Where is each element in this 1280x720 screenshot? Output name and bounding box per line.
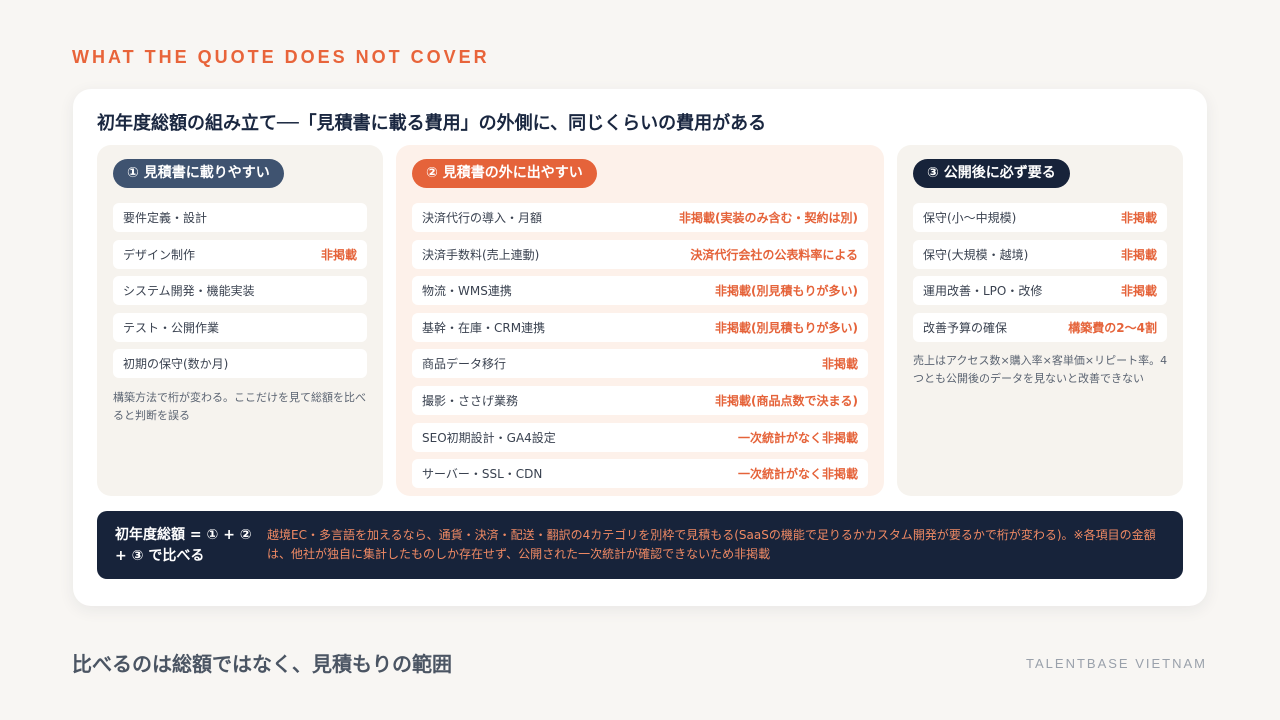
row-list: 要件定義・設計 デザイン制作 非掲載 システム開発・機能実装 テスト・公開作業 初… xyxy=(113,203,367,386)
item-label: サーバー・SSL・CDN xyxy=(422,467,543,482)
item-note: 一次統計がなく非掲載 xyxy=(737,467,858,482)
row-list: 保守(小〜中規模) 非掲載 保守(大規模・越境) 非掲載 運用改善・LPO・改修 非掲… xyxy=(913,203,1167,349)
list-item: 保守(大規模・越境) 非掲載 xyxy=(913,239,1167,269)
item-note: 非掲載 xyxy=(821,357,858,372)
list-item: テスト・公開作業 xyxy=(113,312,367,342)
item-label: テスト・公開作業 xyxy=(123,320,220,335)
item-label: 初期の保守(数か月) xyxy=(123,357,229,372)
item-note: 非掲載(実装のみ含む・契約は別) xyxy=(679,211,858,225)
badge-after-launch: ③ 公開後に必ず要る xyxy=(913,159,1070,188)
item-note: 非掲載(別見積もりが多い) xyxy=(715,320,858,335)
item-label: 要件定義・設計 xyxy=(123,211,208,225)
item-label: 決済代行の導入・月額 xyxy=(422,211,543,225)
column-footnote: 構築方法で桁が変わる。ここだけを見て総額を比べると判断を誤る xyxy=(113,391,366,422)
total-formula-banner: 初年度総額 = ① + ② + ③ で比べる 越境EC・多言語を加えるなら、通貨… xyxy=(97,511,1183,579)
item-note: 一次統計がなく非掲載 xyxy=(737,430,858,445)
list-item: サーバー・SSL・CDN 一次統計がなく非掲載 xyxy=(412,459,868,489)
brand-logo: TALENTBASE VIETNAM xyxy=(1026,656,1207,671)
item-label: 物流・WMS連携 xyxy=(422,284,512,299)
list-item: デザイン制作 非掲載 xyxy=(113,239,367,269)
list-item: 改善予算の確保 構築費の2〜4割 xyxy=(913,312,1167,342)
item-label: システム開発・機能実装 xyxy=(123,284,255,299)
item-label: デザイン制作 xyxy=(123,247,196,262)
item-label: 運用改善・LPO・改修 xyxy=(923,284,1043,299)
item-note: 決済代行会社の公表料率による xyxy=(690,247,858,262)
item-note: 非掲載(別見積もりが多い) xyxy=(715,284,858,299)
card-title: 初年度総額の組み立て──「見積書に載る費用」の外側に、同じくらいの費用がある xyxy=(97,113,767,134)
badge-outside-quote: ② 見積書の外に出やすい xyxy=(412,159,597,188)
item-label: 商品データ移行 xyxy=(422,357,507,372)
banner-label: 初年度総額 = ① + ② + ③ で比べる xyxy=(115,527,252,564)
column-footnote: 売上はアクセス数×購入率×客単価×リピート率。4つとも公開後のデータを見ないと改… xyxy=(913,354,1168,385)
item-note: 非掲載 xyxy=(1120,247,1157,262)
item-note: 構築費の2〜4割 xyxy=(1068,320,1157,335)
column-outside-quote: ② 見積書の外に出やすい 決済代行の導入・月額 非掲載(実装のみ含む・契約は別) … xyxy=(396,145,884,496)
list-item: 商品データ移行 非掲載 xyxy=(412,349,868,379)
list-item: 初期の保守(数か月) xyxy=(113,349,367,379)
list-item: 決済代行の導入・月額 非掲載(実装のみ含む・契約は別) xyxy=(412,203,868,232)
column-after-launch: ③ 公開後に必ず要る 保守(小〜中規模) 非掲載 保守(大規模・越境) 非掲載 運用… xyxy=(897,145,1183,496)
item-label: SEO初期設計・GA4設定 xyxy=(422,430,556,445)
item-note: 非掲載(商品点数で決まる) xyxy=(715,393,858,408)
banner-text: 越境EC・多言語を加えるなら、通貨・決済・配送・翻訳の4カテゴリを別枠で見積もる… xyxy=(267,528,1156,561)
eyebrow-title: WHAT THE QUOTE DOES NOT COVER xyxy=(72,47,490,67)
item-label: 保守(大規模・越境) xyxy=(923,247,1029,262)
badge-in-quote: ① 見積書に載りやすい xyxy=(113,159,284,188)
item-label: 基幹・在庫・CRM連携 xyxy=(422,320,546,335)
page-headline: 比べるのは総額ではなく、見積もりの範囲 xyxy=(72,652,452,676)
quote-coverage-card: 初年度総額の組み立て──「見積書に載る費用」の外側に、同じくらいの費用がある ①… xyxy=(73,89,1207,606)
list-item: 決済手数料(売上連動) 決済代行会社の公表料率による xyxy=(412,239,868,269)
list-item: SEO初期設計・GA4設定 一次統計がなく非掲載 xyxy=(412,422,868,452)
row-list: 決済代行の導入・月額 非掲載(実装のみ含む・契約は別) 決済手数料(売上連動) 決済… xyxy=(412,203,868,496)
item-note: 非掲載 xyxy=(1120,211,1157,225)
item-label: 保守(小〜中規模) xyxy=(923,211,1017,225)
item-label: 撮影・ささげ業務 xyxy=(422,393,519,408)
list-item: 保守(小〜中規模) 非掲載 xyxy=(913,203,1167,232)
list-item: システム開発・機能実装 xyxy=(113,276,367,306)
list-item: 要件定義・設計 xyxy=(113,203,367,232)
list-item: 撮影・ささげ業務 非掲載(商品点数で決まる) xyxy=(412,385,868,415)
item-label: 改善予算の確保 xyxy=(923,320,1008,335)
item-note: 非掲載 xyxy=(1120,284,1157,299)
list-item: 物流・WMS連携 非掲載(別見積もりが多い) xyxy=(412,276,868,306)
item-label: 決済手数料(売上連動) xyxy=(422,247,540,262)
column-in-quote: ① 見積書に載りやすい 要件定義・設計 デザイン制作 非掲載 システム開発・機能実… xyxy=(97,145,383,496)
list-item: 基幹・在庫・CRM連携 非掲載(別見積もりが多い) xyxy=(412,312,868,342)
item-note: 非掲載 xyxy=(320,247,357,262)
list-item: 運用改善・LPO・改修 非掲載 xyxy=(913,276,1167,306)
